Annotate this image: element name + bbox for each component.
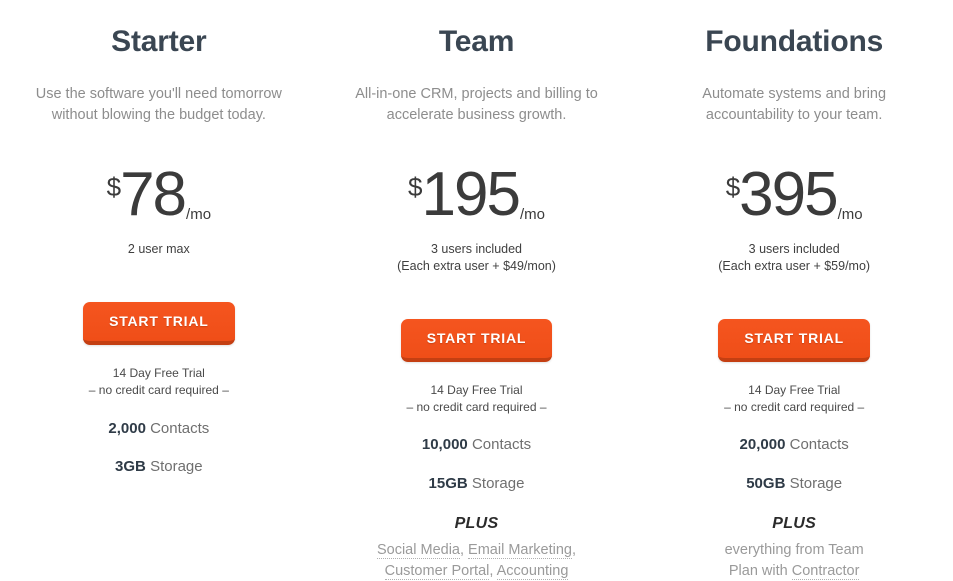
contacts-label: Contacts xyxy=(789,436,849,454)
feature-storage: 15GB Storage xyxy=(429,474,525,494)
plan-column-starter: Starter Use the software you'll need tom… xyxy=(0,18,318,581)
feature-contacts: 20,000 Contacts xyxy=(740,435,849,455)
storage-value: 15GB xyxy=(428,474,468,492)
trial-note-line-1: 14 Day Free Trial xyxy=(748,382,841,397)
price-currency: $ xyxy=(106,172,122,203)
users-note-line-1: 3 users included xyxy=(748,241,840,256)
price-block: $ 395 /mo xyxy=(725,160,863,230)
users-note-line-1: 2 user max xyxy=(127,241,190,256)
price-amount: 195 xyxy=(421,160,521,230)
storage-label: Storage xyxy=(789,474,843,492)
plus-feature-list: Social Media, Email Marketing, Customer … xyxy=(352,540,602,581)
plus-feature-list: everything from Team Plan with Contracto… xyxy=(714,540,874,581)
trial-note-line-2: – no credit card required – xyxy=(88,383,229,398)
plus-feature-link[interactable]: Email Marketing xyxy=(468,542,572,560)
storage-value: 50GB xyxy=(746,474,786,492)
storage-label: Storage xyxy=(471,474,525,492)
contacts-value: 20,000 xyxy=(739,436,786,454)
start-trial-button[interactable]: START TRIAL xyxy=(718,318,870,362)
start-trial-button[interactable]: START TRIAL xyxy=(83,301,235,345)
price-amount: 395 xyxy=(739,160,838,230)
price-block: $ 195 /mo xyxy=(408,160,545,230)
price-currency: $ xyxy=(725,172,741,203)
plan-name: Starter xyxy=(111,25,207,58)
trial-note: 14 Day Free Trial – no credit card requi… xyxy=(724,382,864,417)
pricing-table: Starter Use the software you'll need tom… xyxy=(0,0,953,581)
users-note: 3 users included (Each extra user + $49/… xyxy=(397,241,556,275)
plan-tagline: Automate systems and bring accountabilit… xyxy=(702,86,887,124)
plan-tagline: Use the software you'll need tomorrow wi… xyxy=(35,86,282,124)
price-period: /mo xyxy=(186,205,212,223)
plan-tagline: All-in-one CRM, projects and billing to … xyxy=(355,86,598,124)
price-period: /mo xyxy=(837,205,863,223)
feature-storage: 50GB Storage xyxy=(746,474,842,494)
trial-note-line-1: 14 Day Free Trial xyxy=(112,365,205,380)
plus-feature-link[interactable]: Social Media xyxy=(376,542,460,560)
start-trial-button[interactable]: START TRIAL xyxy=(400,318,553,362)
users-note: 2 user max xyxy=(128,241,190,258)
plan-column-foundations: Foundations Automate systems and bring a… xyxy=(635,18,953,581)
contacts-label: Contacts xyxy=(150,419,210,437)
plan-column-team: Team All-in-one CRM, projects and billin… xyxy=(318,18,636,581)
plus-label: PLUS xyxy=(454,515,499,533)
contacts-value: 10,000 xyxy=(421,436,468,454)
plan-name: Team xyxy=(438,25,515,58)
users-note-line-2: (Each extra user + $49/mon) xyxy=(397,258,556,273)
trial-note-line-2: – no credit card required – xyxy=(406,400,547,415)
users-note-line-2: (Each extra user + $59/mo) xyxy=(718,258,871,273)
contacts-label: Contacts xyxy=(471,436,532,454)
feature-contacts: 10,000 Contacts xyxy=(422,435,531,455)
trial-note: 14 Day Free Trial – no credit card requi… xyxy=(89,365,229,400)
feature-storage: 3GB Storage xyxy=(115,457,203,477)
users-note-line-1: 3 users included xyxy=(430,241,523,256)
price-amount: 78 xyxy=(120,160,187,230)
plus-feature-link[interactable]: Contractor Portal xyxy=(715,563,860,581)
users-note: 3 users included (Each extra user + $59/… xyxy=(718,241,870,275)
storage-label: Storage xyxy=(150,458,203,476)
trial-note-line-2: – no credit card required – xyxy=(724,400,865,415)
plus-feature-link[interactable]: Customer Portal xyxy=(384,563,490,581)
contacts-value: 2,000 xyxy=(108,419,146,437)
trial-note: 14 Day Free Trial – no credit card requi… xyxy=(406,382,546,417)
price-currency: $ xyxy=(408,172,423,203)
trial-note-line-1: 14 Day Free Trial xyxy=(430,382,523,397)
feature-contacts: 2,000 Contacts xyxy=(108,419,209,439)
price-period: /mo xyxy=(519,205,545,223)
plus-label: PLUS xyxy=(772,515,817,533)
price-block: $ 78 /mo xyxy=(106,160,212,230)
plan-name: Foundations xyxy=(705,25,884,58)
storage-value: 3GB xyxy=(115,458,146,476)
